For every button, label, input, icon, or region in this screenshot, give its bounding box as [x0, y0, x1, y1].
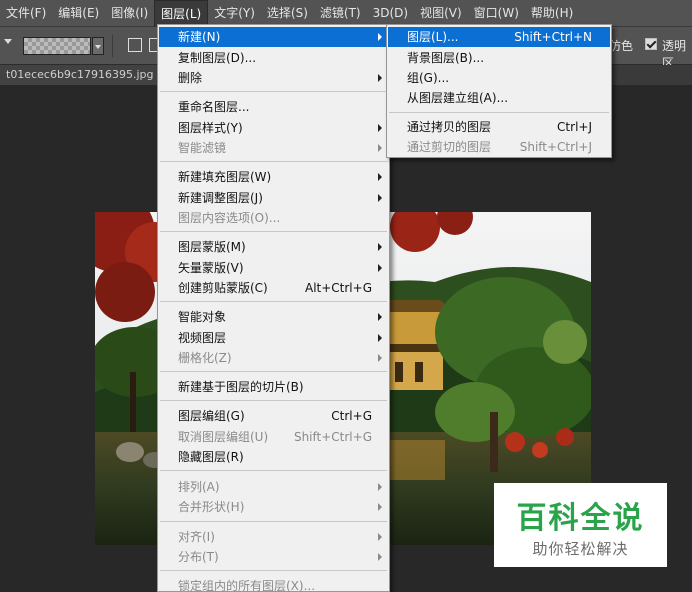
menu-item-layer-mask[interactable]: 图层蒙版(M): [159, 237, 388, 257]
menu-separator: [389, 112, 609, 113]
menu-bar: 文件(F) 编辑(E) 图像(I) 图层(L) 文字(Y) 选择(S) 滤镜(T…: [0, 0, 692, 27]
menu-item-rasterize[interactable]: 栅格化(Z): [159, 348, 388, 368]
submenu-arrow-icon: [378, 313, 382, 321]
submenu-item-group[interactable]: 组(G)...: [388, 68, 610, 88]
submenu-item-layer-via-cut[interactable]: 通过剪切的图层 Shift+Ctrl+J: [388, 137, 610, 157]
options-divider: [112, 35, 113, 57]
menu-item-layer-style[interactable]: 图层样式(Y): [159, 118, 388, 138]
menu-item-smart-filter[interactable]: 智能滤镜: [159, 138, 388, 158]
menu-separator: [160, 570, 387, 571]
menu-window[interactable]: 窗口(W): [468, 0, 525, 27]
menu-edit[interactable]: 编辑(E): [52, 0, 105, 27]
menu-item-group-layers[interactable]: 图层编组(G) Ctrl+G: [159, 406, 388, 426]
layer-menu: 新建(N) 复制图层(D)... 删除 重命名图层... 图层样式(Y) 智能滤…: [157, 24, 390, 592]
menu-item-combine-shapes[interactable]: 合并形状(H): [159, 497, 388, 517]
submenu-item-group-from-layers[interactable]: 从图层建立组(A)...: [388, 88, 610, 108]
watermark-subtitle: 助你轻松解决: [532, 540, 629, 558]
menu-help[interactable]: 帮助(H): [525, 0, 579, 27]
submenu-arrow-icon: [378, 264, 382, 272]
menu-separator: [160, 301, 387, 302]
watermark-logo: 百科全说 助你轻松解决: [494, 483, 667, 567]
submenu-item-new-layer[interactable]: 图层(L)... Shift+Ctrl+N: [388, 27, 610, 47]
menu-item-duplicate-layer[interactable]: 复制图层(D)...: [159, 48, 388, 68]
menu-layer[interactable]: 图层(L): [154, 0, 209, 27]
menu-file[interactable]: 文件(F): [0, 0, 52, 27]
menu-item-align[interactable]: 对齐(I): [159, 527, 388, 547]
submenu-arrow-icon: [378, 553, 382, 561]
watermark-title: 百科全说: [516, 501, 645, 536]
submenu-item-background-layer[interactable]: 背景图层(B)...: [388, 48, 610, 68]
menu-item-rename-layer[interactable]: 重命名图层...: [159, 97, 388, 117]
menu-item-ungroup-layers[interactable]: 取消图层编组(U) Shift+Ctrl+G: [159, 427, 388, 447]
menu-item-arrange[interactable]: 排列(A): [159, 477, 388, 497]
new-submenu: 图层(L)... Shift+Ctrl+N 背景图层(B)... 组(G)... …: [386, 24, 612, 158]
menu-filter[interactable]: 滤镜(T): [314, 0, 367, 27]
menu-item-delete[interactable]: 删除: [159, 68, 388, 88]
linear-gradient-icon[interactable]: [128, 38, 142, 52]
menu-item-create-clipping-mask[interactable]: 创建剪贴蒙版(C) Alt+Ctrl+G: [159, 278, 388, 298]
submenu-arrow-icon: [378, 33, 382, 41]
gradient-swatch[interactable]: [23, 37, 91, 55]
menu-item-lock-all-layers-in-group[interactable]: 锁定组内的所有图层(X)...: [159, 576, 388, 592]
submenu-arrow-icon: [378, 533, 382, 541]
menu-separator: [160, 400, 387, 401]
menu-item-new-fill-layer[interactable]: 新建填充图层(W): [159, 167, 388, 187]
submenu-item-layer-via-copy[interactable]: 通过拷贝的图层 Ctrl+J: [388, 117, 610, 137]
menu-item-vector-mask[interactable]: 矢量蒙版(V): [159, 258, 388, 278]
dither-label: 仿色: [609, 39, 634, 53]
menu-image[interactable]: 图像(I): [105, 0, 154, 27]
menu-separator: [160, 231, 387, 232]
menu-item-smart-objects[interactable]: 智能对象: [159, 307, 388, 327]
submenu-arrow-icon: [378, 483, 382, 491]
menu-item-layer-content-options[interactable]: 图层内容选项(O)...: [159, 208, 388, 228]
submenu-arrow-icon: [378, 354, 382, 362]
transparency-checkbox[interactable]: [645, 38, 657, 50]
tool-preset-dropdown-icon[interactable]: [4, 39, 12, 44]
submenu-arrow-icon: [378, 74, 382, 82]
submenu-arrow-icon: [378, 124, 382, 132]
menu-separator: [160, 91, 387, 92]
menu-view[interactable]: 视图(V): [414, 0, 468, 27]
submenu-arrow-icon: [378, 173, 382, 181]
menu-separator: [160, 371, 387, 372]
menu-item-hide-layers[interactable]: 隐藏图层(R): [159, 447, 388, 467]
menu-type[interactable]: 文字(Y): [208, 0, 261, 27]
document-tab[interactable]: t01ecec6b9c17916395.jpg @: [0, 65, 160, 85]
menu-separator: [160, 521, 387, 522]
menu-item-new-layer-based-slice[interactable]: 新建基于图层的切片(B): [159, 377, 388, 397]
menu-separator: [160, 470, 387, 471]
menu-item-new-adjustment-layer[interactable]: 新建调整图层(J): [159, 188, 388, 208]
submenu-arrow-icon: [378, 243, 382, 251]
submenu-arrow-icon: [378, 144, 382, 152]
submenu-arrow-icon: [378, 194, 382, 202]
submenu-arrow-icon: [378, 334, 382, 342]
gradient-picker-button[interactable]: [92, 37, 104, 55]
submenu-arrow-icon: [378, 503, 382, 511]
menu-item-video-layers[interactable]: 视频图层: [159, 328, 388, 348]
menu-item-distribute[interactable]: 分布(T): [159, 547, 388, 567]
menu-separator: [160, 161, 387, 162]
menu-select[interactable]: 选择(S): [261, 0, 314, 27]
menu-3d[interactable]: 3D(D): [367, 0, 414, 27]
menu-item-new[interactable]: 新建(N): [159, 27, 388, 47]
